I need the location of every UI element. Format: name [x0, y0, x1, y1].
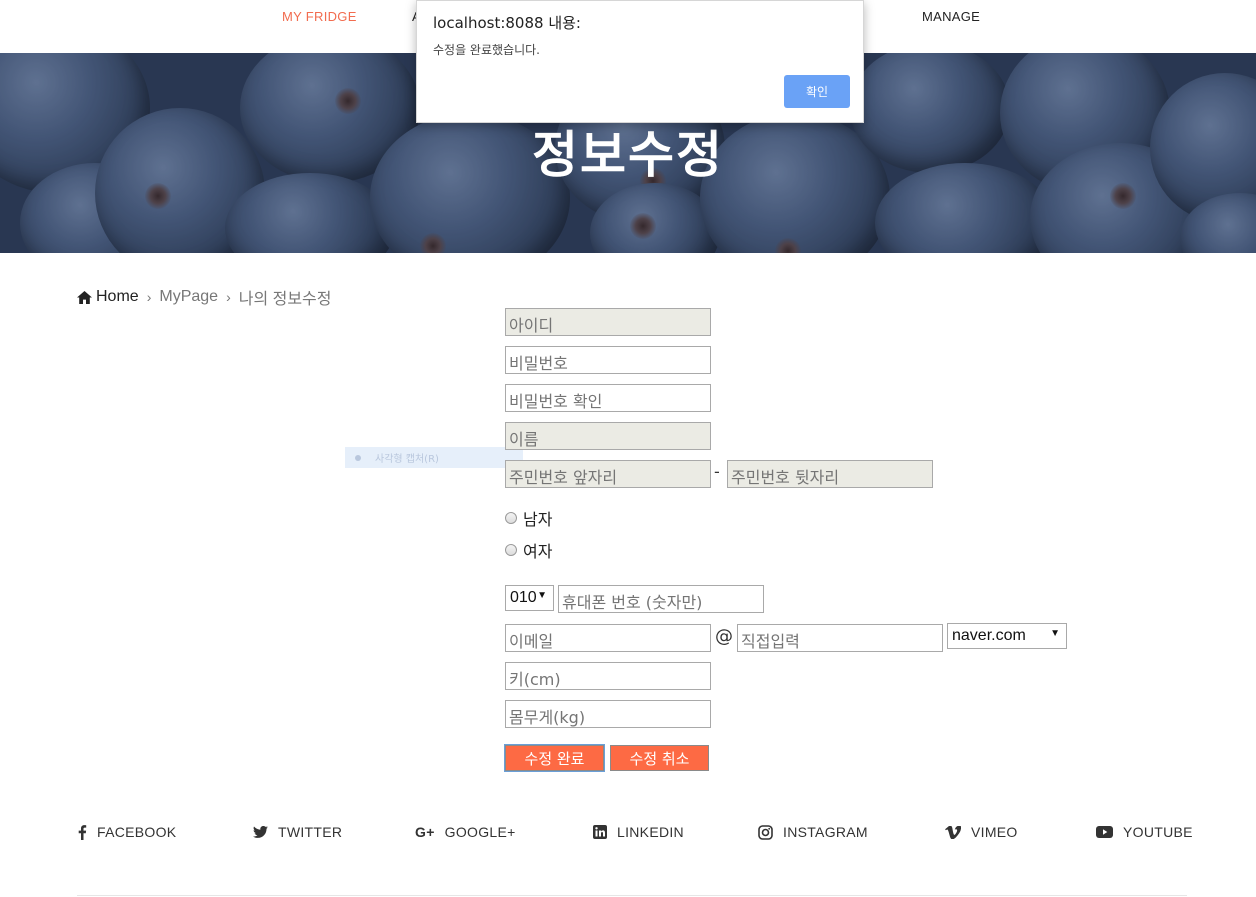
- id-field[interactable]: 아이디: [505, 308, 711, 336]
- chevron-right-icon: ›: [146, 289, 152, 305]
- cancel-button[interactable]: 수정 취소: [610, 745, 709, 771]
- ssn-front-field[interactable]: 주민번호 앞자리: [505, 460, 711, 488]
- social-link-instagram[interactable]: INSTAGRAM: [758, 824, 868, 840]
- breadcrumb-home-label: Home: [96, 288, 139, 305]
- ssn-separator: -: [714, 462, 720, 481]
- social-label: VIMEO: [971, 824, 1018, 840]
- twitter-icon: [253, 826, 268, 838]
- social-label: INSTAGRAM: [783, 824, 868, 840]
- password-confirm-field[interactable]: 비밀번호 확인: [505, 384, 711, 412]
- phone-prefix-value: 010: [510, 589, 537, 606]
- dot-icon: [355, 454, 361, 461]
- dialog-ok-button[interactable]: 확인: [784, 75, 850, 108]
- radio-button[interactable]: [505, 544, 517, 556]
- gender-option-male[interactable]: 남자: [505, 506, 552, 530]
- social-label: GOOGLE+: [444, 824, 516, 840]
- gender-option-female[interactable]: 여자: [505, 538, 552, 562]
- breadcrumb-home[interactable]: Home: [77, 288, 139, 306]
- breadcrumb: Home › MyPage › 나의 정보수정: [77, 285, 332, 309]
- facebook-icon: [77, 824, 87, 840]
- weight-field[interactable]: 몸무게(kg): [505, 700, 711, 728]
- alert-dialog: localhost:8088 내용: 수정을 완료했습니다. 확인: [416, 0, 864, 123]
- social-link-twitter[interactable]: TWITTER: [253, 824, 342, 840]
- linkedin-icon: [593, 825, 607, 839]
- instagram-icon: [758, 824, 773, 840]
- caret-down-icon: ▼: [537, 590, 547, 601]
- social-link-vimeo[interactable]: VIMEO: [945, 824, 1018, 840]
- email-field[interactable]: 이메일: [505, 624, 711, 652]
- social-link-linkedin[interactable]: LINKEDIN: [593, 824, 684, 840]
- google-plus-icon: G+: [415, 824, 435, 840]
- height-field[interactable]: 키(cm): [505, 662, 711, 690]
- youtube-icon: [1096, 826, 1113, 838]
- nav-item-my-fridge[interactable]: MY FRIDGE: [282, 9, 357, 24]
- home-icon: [77, 290, 92, 304]
- social-link-facebook[interactable]: FACEBOOK: [77, 824, 176, 840]
- chevron-right-icon: ›: [226, 289, 231, 305]
- breadcrumb-current: 나의 정보수정: [238, 291, 332, 308]
- email-domain-select[interactable]: naver.com ▼: [947, 623, 1067, 649]
- password-field[interactable]: 비밀번호: [505, 346, 711, 374]
- social-link-youtube[interactable]: YOUTUBE: [1096, 824, 1193, 840]
- social-link-google-plus[interactable]: G+ GOOGLE+: [415, 824, 516, 840]
- footer-divider: [77, 895, 1187, 896]
- dialog-message: 수정을 완료했습니다.: [433, 43, 540, 57]
- email-domain-value: naver.com: [952, 627, 1026, 644]
- social-label: LINKEDIN: [617, 824, 684, 840]
- ssn-back-field[interactable]: 주민번호 뒷자리: [727, 460, 933, 488]
- social-label: TWITTER: [278, 824, 343, 840]
- phone-prefix-select[interactable]: 010 ▼: [505, 585, 554, 611]
- capture-hint-overlay: 사각형 캡처(R): [345, 447, 523, 468]
- gender-label-female: 여자: [523, 542, 553, 561]
- dialog-title: localhost:8088 내용:: [433, 14, 581, 32]
- gender-label-male: 남자: [523, 510, 553, 529]
- phone-field[interactable]: 휴대폰 번호 (숫자만): [558, 585, 764, 613]
- caret-down-icon: ▼: [1050, 628, 1060, 639]
- social-label: YOUTUBE: [1123, 824, 1193, 840]
- email-at-sign: @: [715, 626, 733, 647]
- submit-button[interactable]: 수정 완료: [504, 744, 605, 772]
- radio-button[interactable]: [505, 512, 517, 524]
- vimeo-icon: [945, 825, 961, 839]
- page-title: 정보수정: [532, 126, 724, 184]
- name-field[interactable]: 이름: [505, 422, 711, 450]
- social-label: FACEBOOK: [97, 824, 177, 840]
- capture-hint-label: 사각형 캡처(R): [375, 454, 439, 465]
- email-domain-field[interactable]: 직접입력: [737, 624, 943, 652]
- nav-item-manage[interactable]: MANAGE: [922, 9, 980, 24]
- breadcrumb-mypage[interactable]: MyPage: [159, 288, 218, 306]
